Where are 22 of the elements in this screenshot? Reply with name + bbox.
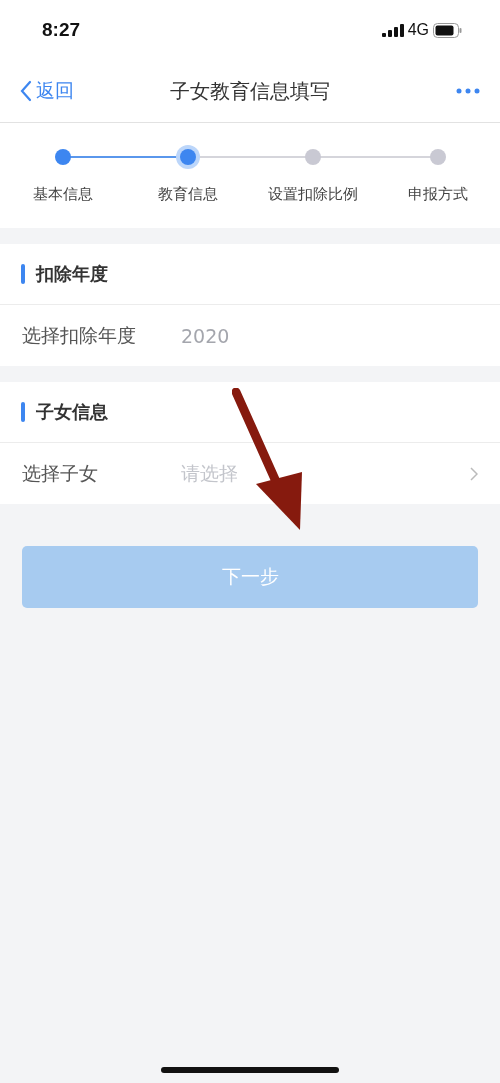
section-marker	[21, 402, 25, 422]
section-marker	[21, 264, 25, 284]
row-label: 选择扣除年度	[22, 322, 137, 348]
step-label: 申报方式	[407, 185, 468, 204]
step-label: 教育信息	[157, 185, 218, 204]
form-row[interactable]: 选择子女 请选择	[0, 443, 500, 504]
page-title: 子女教育信息填写	[170, 77, 330, 105]
row-label: 选择子女	[22, 460, 99, 486]
back-button[interactable]: 返回	[20, 78, 74, 104]
placeholder-text: 请选择	[181, 460, 238, 486]
step-label: 基本信息	[32, 185, 93, 204]
section-title: 扣除年度	[36, 262, 108, 286]
row-value: 2020	[181, 324, 230, 347]
section-title: 子女信息	[36, 400, 108, 424]
network-type: 4G	[407, 21, 429, 39]
signal-icon	[381, 23, 404, 37]
status-time: 8:27	[42, 19, 81, 41]
form-row[interactable]: 选择扣除年度 2020	[0, 305, 500, 366]
chevron-left-icon	[20, 80, 32, 102]
battery-icon	[433, 22, 462, 38]
more-icon[interactable]	[456, 88, 480, 94]
step-label: 设置扣除比例	[267, 185, 358, 204]
